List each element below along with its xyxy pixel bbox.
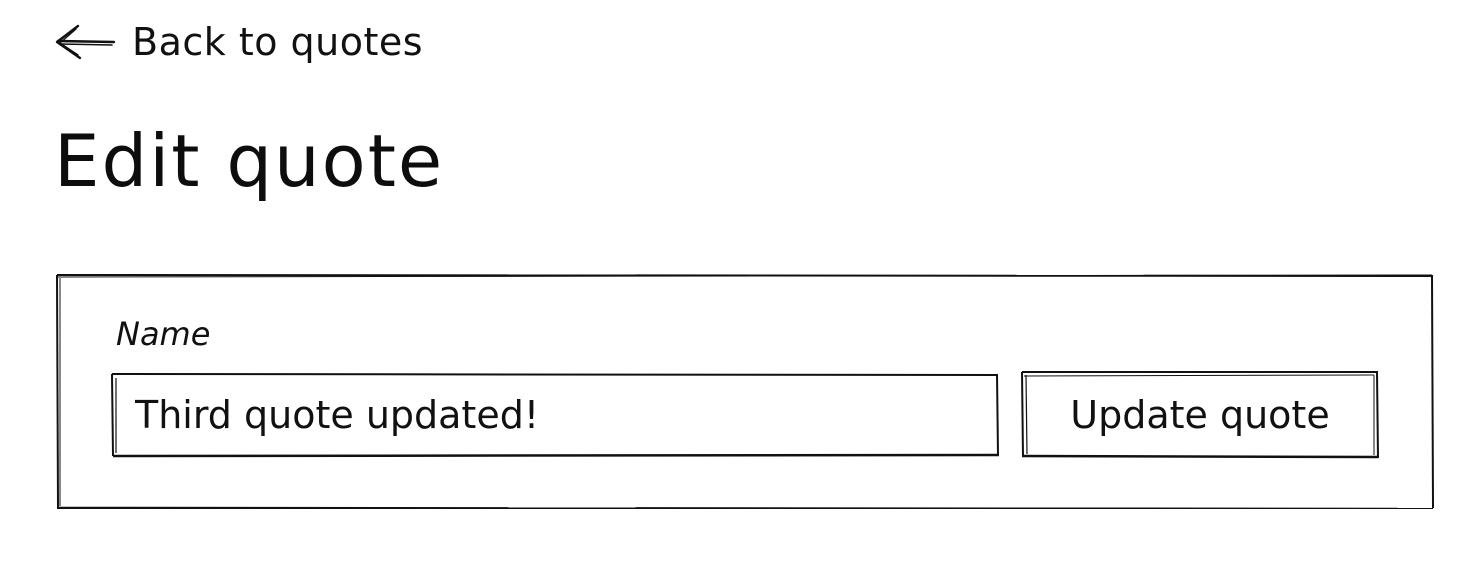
arrow-left-icon [55, 24, 116, 60]
back-link-label: Back to quotes [132, 20, 424, 64]
back-to-quotes-link[interactable]: Back to quotes [54, 16, 423, 68]
name-field-label: Name [116, 315, 211, 353]
edit-quote-form: Name Update quote [56, 274, 1434, 509]
update-quote-button[interactable]: Update quote [1022, 372, 1378, 458]
page-title: Edit quote [54, 119, 445, 203]
quote-name-input[interactable] [113, 374, 998, 456]
